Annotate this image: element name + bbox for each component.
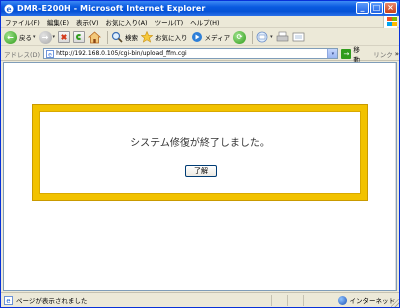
menu-tools[interactable]: ツール(T) — [155, 17, 184, 27]
star-icon — [141, 31, 154, 43]
history-button[interactable]: ⟳ — [233, 30, 247, 45]
page-icon: e — [46, 49, 54, 58]
address-bar: アドレス(D) e http://192.168.0.105/cgi-bin/u… — [1, 44, 399, 64]
go-arrow-icon: → — [341, 48, 352, 59]
search-label: 検索 — [125, 34, 139, 42]
menu-view[interactable]: 表示(V) — [76, 17, 99, 27]
page-content: システム修復が終了しました。 了解 — [3, 62, 397, 291]
home-icon — [88, 30, 102, 43]
history-icon: ⟳ — [233, 30, 247, 44]
toolbar: ← 戻る ▾ → ▾ 検索 お気に入り メディア ⟳ ▾ — [1, 29, 399, 46]
svg-text:e: e — [6, 4, 11, 14]
stop-button[interactable] — [58, 30, 71, 45]
home-button[interactable] — [88, 30, 102, 45]
status-panel — [271, 295, 287, 306]
minimize-button[interactable]: _ — [356, 2, 369, 14]
back-dropdown-icon[interactable]: ▾ — [33, 34, 36, 40]
menu-favorites[interactable]: お気に入り(A) — [106, 17, 148, 27]
go-button[interactable]: → 移動 — [341, 44, 366, 64]
security-zone: インターネット — [337, 295, 396, 305]
forward-arrow-icon: → — [38, 30, 52, 44]
go-label: 移動 — [353, 45, 360, 64]
forward-dropdown-icon[interactable]: ▾ — [53, 34, 56, 40]
status-panels — [271, 295, 319, 306]
links-chevron-icon[interactable]: » — [395, 50, 399, 58]
address-dropdown-icon[interactable]: ▾ — [327, 49, 338, 58]
search-button[interactable]: 検索 — [111, 30, 138, 45]
forward-button[interactable]: → ▾ — [38, 30, 56, 45]
ok-button[interactable]: 了解 — [185, 165, 217, 177]
toolbar-separator — [252, 30, 254, 44]
media-button[interactable]: メディア — [191, 30, 231, 45]
menu-bar: ファイル(F) 編集(E) 表示(V) お気に入り(A) ツール(T) ヘルプ(… — [1, 16, 399, 28]
favorites-button[interactable]: お気に入り — [141, 30, 188, 45]
mail-button[interactable]: ▾ — [256, 30, 273, 45]
browser-window: e DMR-E200H - Microsoft Internet Explore… — [0, 0, 400, 308]
refresh-icon — [73, 31, 86, 43]
resize-grip[interactable] — [391, 299, 399, 307]
back-label: 戻る — [19, 34, 32, 42]
edit-page-icon — [292, 32, 304, 42]
links-label[interactable]: リンク — [373, 49, 393, 59]
content-edge — [395, 63, 396, 290]
zone-label: インターネット — [349, 297, 396, 305]
refresh-button[interactable] — [73, 30, 86, 45]
edit-button[interactable] — [292, 30, 305, 45]
mail-dropdown-icon[interactable]: ▾ — [270, 34, 273, 40]
back-arrow-icon: ← — [4, 30, 17, 44]
completion-message: システム修復が終了しました。 — [130, 138, 270, 149]
menu-file[interactable]: ファイル(F) — [5, 17, 40, 27]
ie-icon: e — [4, 4, 14, 14]
window-title: DMR-E200H - Microsoft Internet Explorer — [17, 4, 206, 13]
media-label: メディア — [204, 34, 231, 42]
title-bar[interactable]: e DMR-E200H - Microsoft Internet Explore… — [1, 1, 399, 16]
maximize-button[interactable]: □ — [370, 2, 383, 14]
page-done-icon: e — [4, 295, 13, 305]
stop-icon — [58, 31, 71, 43]
status-panel — [303, 295, 319, 306]
globe-icon — [337, 295, 347, 305]
print-icon — [276, 31, 288, 42]
windows-logo-icon — [383, 16, 397, 28]
search-icon — [111, 31, 123, 43]
close-button[interactable]: × — [384, 2, 397, 14]
status-panel — [287, 295, 303, 306]
svg-text:e: e — [6, 297, 10, 305]
address-url: http://192.168.0.105/cgi-bin/upload_ffm.… — [56, 50, 187, 57]
message-frame-inner — [39, 111, 361, 194]
address-input[interactable]: e http://192.168.0.105/cgi-bin/upload_ff… — [43, 48, 339, 59]
media-icon — [191, 32, 202, 42]
message-frame: システム修復が終了しました。 了解 — [32, 104, 368, 201]
toolbar-separator — [107, 30, 109, 44]
status-bar: e ページが表示されました インターネット — [1, 292, 399, 307]
menu-edit[interactable]: 編集(E) — [47, 17, 69, 27]
svg-text:e: e — [48, 51, 52, 58]
status-text: ページが表示されました — [16, 297, 88, 305]
mail-icon — [256, 31, 268, 43]
favorites-label: お気に入り — [155, 34, 188, 42]
menu-help[interactable]: ヘルプ(H) — [190, 17, 219, 27]
address-label: アドレス(D) — [4, 50, 41, 59]
back-button[interactable]: ← 戻る ▾ — [4, 30, 36, 45]
print-button[interactable] — [276, 30, 289, 45]
